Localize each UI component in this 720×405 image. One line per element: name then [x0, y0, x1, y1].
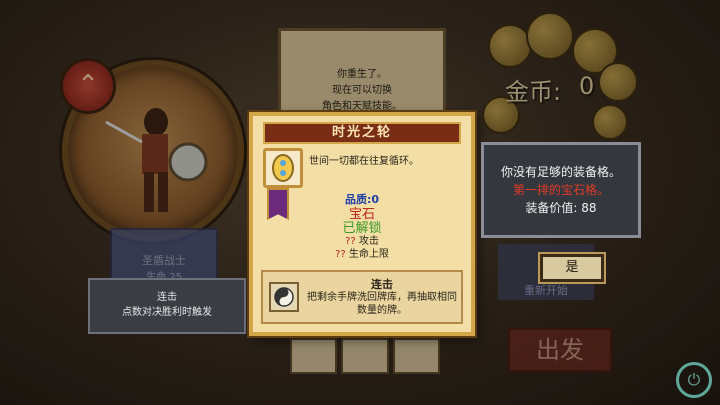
stat-attack-value: ??	[345, 236, 356, 247]
game-screen: ⌃ 圣盾战士 生命 25 你重生了。 现在可以切换 角色和天赋技能。 金币: 0…	[0, 0, 720, 405]
combo-tooltip-text: 点数对决胜利时触发	[122, 307, 212, 318]
stat-max-hp: ?? 生命上限	[263, 248, 461, 261]
stat-max-hp-label: 生命上限	[348, 249, 389, 260]
stat-max-hp-value: ??	[335, 249, 346, 260]
item-status: 已解锁	[342, 221, 382, 236]
alert-line-1: 你没有足够的装备格。	[500, 165, 621, 179]
alert-line-3: 装备价值: 88	[525, 201, 597, 215]
stat-attack-label: 攻击	[358, 236, 379, 247]
item-card-title: 时光之轮	[263, 122, 461, 144]
combo-tooltip: 连击 点数对决胜利时触发	[88, 278, 246, 334]
item-type: 宝石	[348, 207, 375, 222]
combo-tooltip-title: 连击	[157, 292, 177, 303]
yes-button[interactable]: 是	[540, 254, 604, 282]
item-stats: 品质:0 宝石 已解锁 ?? 攻击 ?? 生命上限	[263, 190, 461, 261]
stat-attack: ?? 攻击	[263, 235, 461, 248]
exit-icon[interactable]: ⏻	[676, 362, 712, 398]
item-card: 时光之轮 世间一切都在往复循环。 品质:0 宝石 已解锁 ?? 攻击 ?? 生命…	[249, 112, 475, 336]
wheel-gem-icon	[263, 148, 303, 188]
yin-yang-icon	[269, 282, 299, 312]
item-quality: 品质:0	[344, 193, 380, 206]
alert-line-2: 第一排的宝石格。	[512, 183, 609, 197]
item-flavor-text: 世间一切都在往复循环。	[309, 156, 419, 167]
equip-slot-alert: 你没有足够的装备格。 第一排的宝石格。 装备价值: 88	[481, 142, 641, 238]
ability-name: 连击	[371, 278, 393, 291]
ability-description: 把剩余手牌洗回牌库，再抽取相同数量的牌。	[307, 292, 457, 316]
ability-panel: 连击 把剩余手牌洗回牌库，再抽取相同数量的牌。	[261, 270, 463, 324]
